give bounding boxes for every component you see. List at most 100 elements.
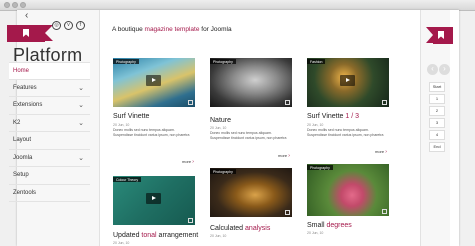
article-title[interactable]: Updated tonal arrangement <box>113 232 198 239</box>
pagination-page-2[interactable]: 2 <box>429 106 445 116</box>
nav-label: Zentools <box>13 189 37 196</box>
chevron-right-icon: › <box>288 153 290 159</box>
main-nav: Home Features ⌄ Extensions ⌄ K2 ⌄ Layout Jo… <box>9 62 90 202</box>
tagline-highlight[interactable]: magazine template <box>145 26 200 33</box>
close-window-dot[interactable] <box>4 2 10 8</box>
article-title[interactable]: Surf Vinette <box>113 113 149 120</box>
nav-label: Setup <box>13 172 29 178</box>
article-excerpt: Donec mollis sed nunc tempus aliquam. Su… <box>113 128 190 137</box>
vimeo-icon[interactable]: v <box>64 21 73 30</box>
fullscreen-icon[interactable] <box>188 218 193 223</box>
article-title[interactable]: Surf Vinette 1 / 3 <box>307 113 359 120</box>
article-thumbnail[interactable]: Fashion <box>307 58 389 107</box>
fullscreen-icon[interactable] <box>285 100 290 105</box>
pagination-start[interactable]: Start <box>429 82 445 92</box>
chevron-right-icon: › <box>192 159 194 165</box>
fullscreen-icon[interactable] <box>382 209 387 214</box>
article-date: 20 Jun, 10 <box>113 123 130 127</box>
right-sidebar <box>420 10 450 246</box>
category-tag: Photography <box>307 165 333 170</box>
article-excerpt: Donec mollis sed nunc tempus aliquam. Su… <box>210 131 287 140</box>
fullscreen-icon[interactable] <box>285 210 290 215</box>
category-tag: Photography <box>210 59 236 64</box>
nav-label: K2 <box>13 119 21 126</box>
more-label: more <box>182 159 192 164</box>
nav-item-zentools[interactable]: Zentools <box>9 185 90 202</box>
article-thumbnail[interactable]: Colour Theory <box>113 176 195 225</box>
title-text: Nature <box>210 117 232 124</box>
fullscreen-icon[interactable] <box>188 100 193 105</box>
nav-item-k2[interactable]: K2 ⌄ <box>9 115 90 132</box>
article-date: 20 Jun, 10 <box>210 126 227 130</box>
title-text: arrangement <box>156 232 199 239</box>
article-title[interactable]: Calculated analysis <box>210 225 270 232</box>
chevron-down-icon: ⌄ <box>78 119 84 127</box>
minimize-window-dot[interactable] <box>12 2 18 8</box>
bookmark-icon <box>23 29 29 37</box>
nav-item-features[interactable]: Features ⌄ <box>9 80 90 97</box>
dribbble-icon[interactable]: ◎ <box>52 21 61 30</box>
title-highlight: tonal <box>141 232 157 239</box>
pagination-end[interactable]: End <box>429 142 445 152</box>
prev-page-button[interactable]: ‹ <box>427 64 438 75</box>
play-icon[interactable] <box>146 75 161 86</box>
more-label: more <box>278 153 288 158</box>
bookmark-icon <box>438 31 444 39</box>
nav-item-joomla[interactable]: Joomla ⌄ <box>9 150 90 167</box>
title-text: Calculated <box>210 225 246 232</box>
nav-item-home[interactable]: Home <box>9 62 90 80</box>
bookmark-ribbon-icon <box>7 25 53 42</box>
back-arrow-icon[interactable]: ‹ <box>25 10 28 21</box>
more-link[interactable]: more › <box>375 149 387 155</box>
nav-label: Joomla <box>13 154 33 161</box>
title-text: Updated <box>113 232 142 239</box>
category-tag: Colour Theory <box>113 177 142 182</box>
title-highlight: 1 / 3 <box>345 113 360 120</box>
category-tag: Photography <box>210 169 236 174</box>
more-label: more <box>375 149 385 154</box>
nav-item-setup[interactable]: Setup <box>9 167 90 185</box>
article-excerpt: Donec mollis sed nunc tempus aliquam. Su… <box>307 128 384 137</box>
maximize-window-dot[interactable] <box>20 2 26 8</box>
article-date: 20 Jun, 10 <box>307 231 324 235</box>
pagination-page-1[interactable]: 1 <box>429 94 445 104</box>
article-date: 20 Jun, 10 <box>113 241 130 245</box>
title-text: Small <box>307 222 327 229</box>
tagline-text: A boutique <box>112 26 145 33</box>
title-text: Surf Vinette <box>113 113 150 120</box>
nav-label: Extensions <box>13 102 43 108</box>
nav-item-layout[interactable]: Layout <box>9 132 90 150</box>
category-tag: Photography <box>113 59 139 64</box>
article-thumbnail[interactable]: Photography <box>210 168 292 217</box>
next-page-button[interactable]: › <box>439 64 450 75</box>
more-link[interactable]: more › <box>278 153 290 159</box>
nav-label: Home <box>13 68 30 74</box>
chevron-down-icon: ⌄ <box>78 154 84 162</box>
more-link[interactable]: more › <box>182 159 194 165</box>
article-thumbnail[interactable]: Photography <box>113 58 195 107</box>
site-tagline: A boutique magazine template for Joomla <box>112 26 232 33</box>
tagline-text: for Joomla <box>199 26 232 33</box>
nav-label: Layout <box>13 137 32 143</box>
article-date: 20 Jun, 10 <box>307 123 324 127</box>
chevron-down-icon: ⌄ <box>78 84 84 92</box>
nav-item-extensions[interactable]: Extensions ⌄ <box>9 97 90 115</box>
title-highlight: degrees <box>326 222 352 229</box>
article-thumbnail[interactable]: Photography <box>210 58 292 107</box>
play-icon[interactable] <box>340 75 355 86</box>
category-tag: Fashion <box>307 59 326 64</box>
article-thumbnail[interactable]: Photography <box>307 164 389 216</box>
article-title[interactable]: Small degrees <box>307 222 352 229</box>
pagination-page-3[interactable]: 3 <box>429 118 445 128</box>
article-title[interactable]: Nature <box>210 117 231 124</box>
fullscreen-icon[interactable] <box>382 100 387 105</box>
title-text: Surf Vinette <box>307 113 346 120</box>
chevron-down-icon: ⌄ <box>78 102 84 109</box>
chevron-right-icon: › <box>385 149 387 155</box>
play-icon[interactable] <box>146 193 161 204</box>
facebook-icon[interactable]: f <box>76 21 85 30</box>
article-date: 20 Jun, 10 <box>210 234 227 238</box>
pagination-page-4[interactable]: 4 <box>429 130 445 140</box>
bookmark-ribbon-right[interactable] <box>426 27 453 44</box>
nav-label: Features <box>13 84 37 91</box>
